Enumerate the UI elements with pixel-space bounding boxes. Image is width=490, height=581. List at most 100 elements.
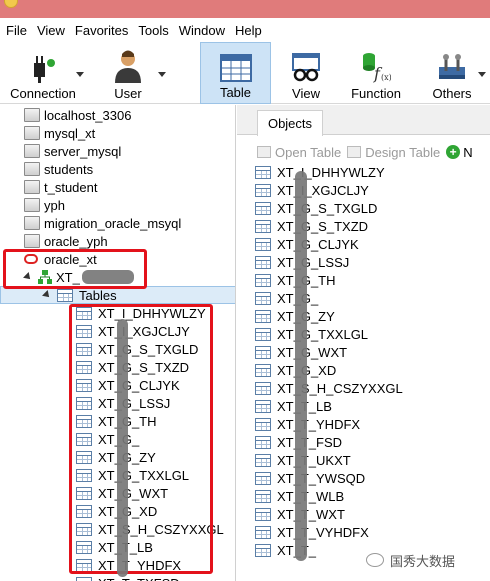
redaction (295, 171, 307, 561)
objects-toolbar: Open Table Design Table + N (237, 141, 490, 163)
tab-objects[interactable]: Objects (257, 110, 323, 136)
table-name: XT_G_TXXLGL (277, 326, 369, 342)
table-name: XT_I_XGJCLJY (277, 182, 369, 198)
table-icon (255, 345, 271, 359)
connection-icon (24, 198, 40, 212)
connection-icon (24, 108, 40, 122)
connection-button[interactable]: Connection (6, 42, 80, 104)
tree-connection[interactable]: t_student (24, 178, 98, 196)
table-row[interactable]: XT_T_TXFSD (76, 574, 180, 581)
others-icon (439, 54, 465, 79)
connection-label: t_student (44, 179, 98, 195)
table-icon (255, 273, 271, 287)
table-row[interactable]: XT_T_VYHDFX (255, 523, 369, 541)
tree-connection[interactable]: mysql_xt (24, 124, 95, 142)
table-row[interactable]: XT_T_YWSQD (255, 469, 365, 487)
connection-label: students (44, 161, 94, 177)
table-icon (255, 489, 271, 503)
tree-connection[interactable]: localhost_3306 (24, 106, 131, 124)
menu-bar: File View Favorites Tools Window Help (0, 18, 490, 42)
connection-label: Connection (10, 86, 76, 101)
connection-icon (24, 180, 40, 194)
main-toolbar: Connection User Table View f (x) Functio… (0, 42, 490, 104)
tree-connection[interactable]: server_mysql (24, 142, 121, 160)
table-row[interactable]: XT_G_S_TXGLD (255, 199, 377, 217)
tree-connection[interactable]: migration_oracle_msyql (24, 214, 181, 232)
tables-folder-icon (57, 288, 73, 302)
tree-connection[interactable]: students (24, 160, 93, 178)
svg-text:(x): (x) (381, 73, 391, 82)
connection-icon (24, 234, 40, 248)
user-button[interactable]: User (104, 42, 152, 104)
table-icon (219, 54, 252, 82)
function-button[interactable]: f (x) Function (346, 42, 406, 104)
connection-dropdown-icon[interactable] (76, 72, 84, 78)
table-icon (255, 507, 271, 521)
connection-icon (24, 126, 40, 140)
table-icon (255, 255, 271, 269)
table-row[interactable]: XT_T_LB (255, 397, 332, 415)
table-name: XT_T_YWSQD (277, 470, 366, 486)
plus-icon: + (446, 145, 461, 159)
glasses-icon (292, 53, 320, 82)
menu-file[interactable]: File (4, 23, 33, 38)
table-name: XT_G_S_TXGLD (277, 200, 378, 216)
expand-icon[interactable] (42, 290, 52, 300)
table-icon (255, 291, 271, 305)
table-icon (255, 309, 271, 323)
table-name: XT_T_FSD (277, 434, 343, 450)
menu-favorites[interactable]: Favorites (73, 23, 134, 38)
table-icon (255, 237, 271, 251)
open-table-label: Open Table (275, 144, 342, 160)
tree-connection[interactable]: oracle_yph (24, 232, 108, 250)
table-name: XT_T_YHDFX (277, 416, 361, 432)
view-button[interactable]: View (279, 42, 333, 104)
table-icon (255, 219, 271, 233)
connection-label: server_mysql (44, 143, 122, 159)
open-table-button[interactable]: Open Table (257, 145, 341, 160)
table-row[interactable]: XT_S_H_CSZYXXGL (255, 379, 403, 397)
new-table-button[interactable]: + N (446, 145, 473, 160)
table-name: XT_G_S_TXZD (277, 218, 369, 234)
navigator-tree: localhost_3306 mysql_xt server_mysql stu… (0, 105, 236, 581)
table-icon (255, 183, 271, 197)
connection-label: yph (44, 197, 65, 213)
design-table-button[interactable]: Design Table (347, 145, 440, 160)
connection-label: mysql_xt (44, 125, 96, 141)
others-button[interactable]: Others (424, 42, 480, 104)
others-label: Others (432, 86, 472, 101)
table-icon (255, 201, 271, 215)
open-table-icon (257, 146, 271, 158)
tree-connection[interactable]: yph (24, 196, 65, 214)
table-name: XT_T_WLB (277, 488, 345, 504)
menu-window[interactable]: Window (177, 23, 231, 38)
connection-label: migration_oracle_msyql (44, 215, 182, 231)
connection-label: localhost_3306 (44, 107, 132, 123)
table-row[interactable]: XT_I_DHHYWLZY (255, 163, 385, 181)
others-dropdown-icon[interactable] (478, 72, 486, 78)
menu-view[interactable]: View (35, 23, 71, 38)
table-icon (255, 435, 271, 449)
user-dropdown-icon[interactable] (158, 72, 166, 78)
menu-help[interactable]: Help (233, 23, 268, 38)
highlight-box (69, 304, 213, 574)
design-table-label: Design Table (365, 144, 441, 160)
design-table-icon (347, 146, 362, 158)
wechat-icon (366, 553, 384, 567)
table-row[interactable]: XT_G_TXXLGL (255, 325, 368, 343)
redaction (82, 270, 134, 284)
app-icon (4, 0, 18, 8)
table-row[interactable]: XT_G_S_TXZD (255, 217, 368, 235)
menu-tools[interactable]: Tools (136, 23, 174, 38)
table-row[interactable]: XT_I_XGJCLJY (255, 181, 369, 199)
table-icon (255, 453, 271, 467)
table-name: XT_G_WXT (277, 344, 348, 360)
table-button[interactable]: Table (200, 42, 271, 104)
table-row[interactable]: XT_G_ (255, 289, 318, 307)
table-row[interactable]: XT_T_YHDFX (255, 415, 360, 433)
table-icon (76, 576, 92, 581)
table-name: XT_T_WXT (277, 506, 345, 522)
watermark: 国秀大数据 (366, 550, 455, 570)
table-icon (255, 399, 271, 413)
objects-pane: Objects Open Table Design Table + N XT_I_… (237, 105, 490, 581)
